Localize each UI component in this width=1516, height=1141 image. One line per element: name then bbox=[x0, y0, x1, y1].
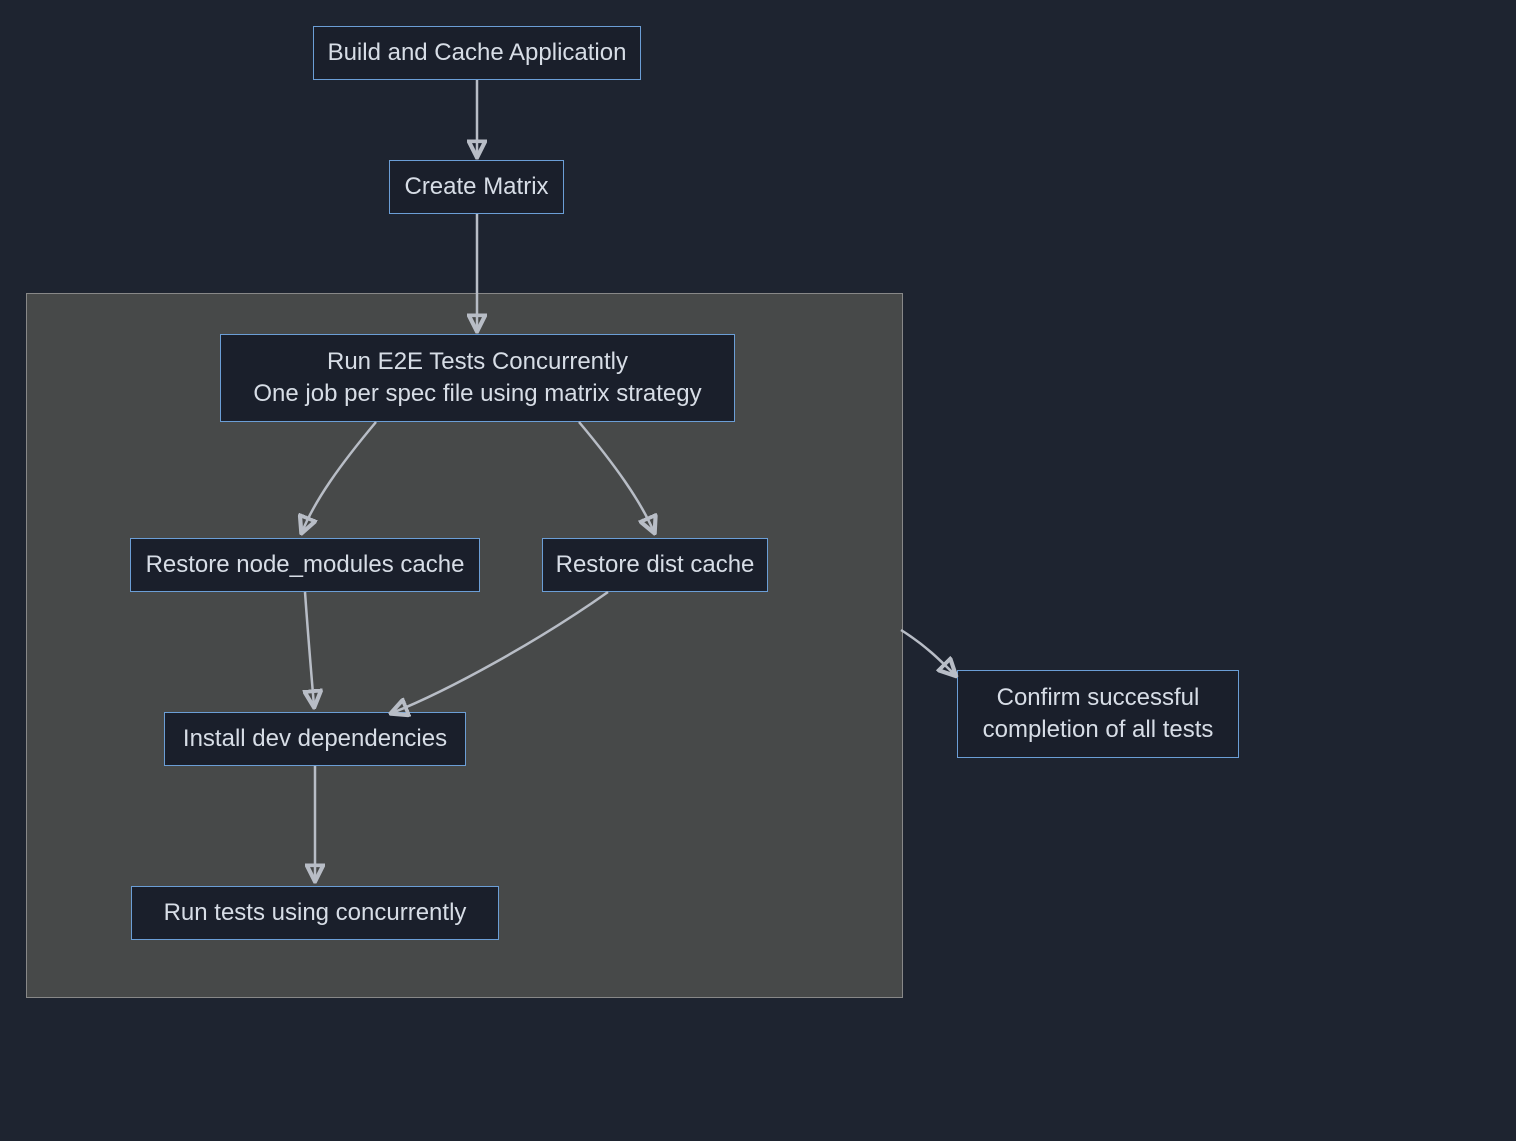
node-label: Build and Cache Application bbox=[328, 37, 627, 69]
node-label: Restore node_modules cache bbox=[146, 549, 465, 581]
node-run-tests-concurrently: Run tests using concurrently bbox=[131, 886, 499, 940]
node-label: Restore dist cache bbox=[556, 549, 755, 581]
node-confirm-success: Confirm successful completion of all tes… bbox=[957, 670, 1239, 758]
node-label-line2: One job per spec file using matrix strat… bbox=[253, 378, 701, 410]
node-label-line1: Run E2E Tests Concurrently bbox=[327, 346, 628, 378]
diagram-canvas: Build and Cache Application Create Matri… bbox=[0, 0, 1516, 1141]
node-run-e2e: Run E2E Tests Concurrently One job per s… bbox=[220, 334, 735, 422]
node-create-matrix: Create Matrix bbox=[389, 160, 564, 214]
node-label-line2: completion of all tests bbox=[983, 714, 1214, 746]
node-restore-node-modules: Restore node_modules cache bbox=[130, 538, 480, 592]
node-label: Install dev dependencies bbox=[183, 723, 447, 755]
node-label: Create Matrix bbox=[404, 171, 548, 203]
node-restore-dist: Restore dist cache bbox=[542, 538, 768, 592]
node-label: Run tests using concurrently bbox=[164, 897, 467, 929]
node-install-dev-deps: Install dev dependencies bbox=[164, 712, 466, 766]
edge-subgraph-to-confirm bbox=[901, 630, 955, 675]
node-label-line1: Confirm successful bbox=[997, 682, 1200, 714]
node-build-cache: Build and Cache Application bbox=[313, 26, 641, 80]
